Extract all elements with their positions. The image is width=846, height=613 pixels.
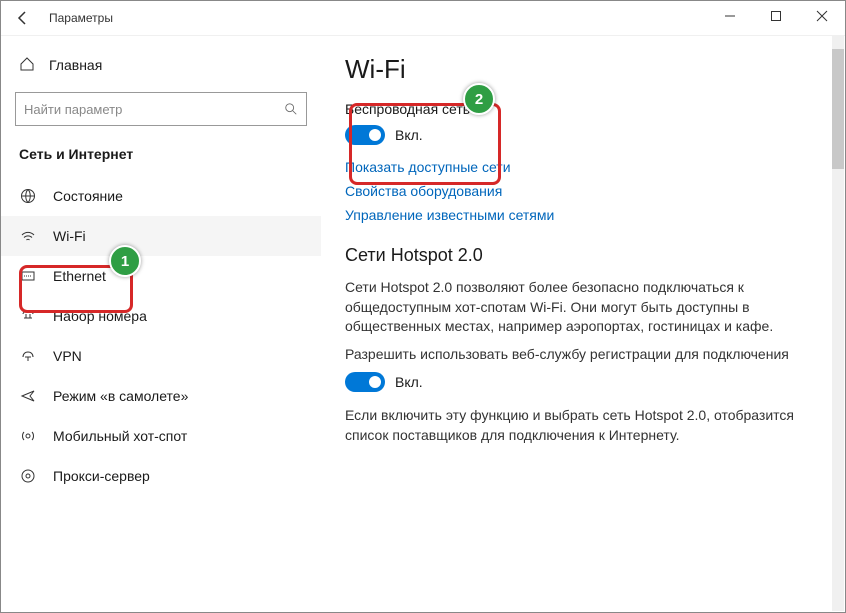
sidebar-item-dialup[interactable]: Набор номера [1,296,321,336]
close-button[interactable] [799,1,845,31]
hotspot-icon [19,428,37,444]
proxy-icon [19,468,37,484]
sidebar-item-ethernet[interactable]: Ethernet [1,256,321,296]
home-icon [19,56,35,75]
dialup-icon [19,308,37,324]
globe-icon [19,188,37,204]
wireless-label: Беспроводная сеть [345,101,821,117]
link-manage-networks[interactable]: Управление известными сетями [345,207,821,223]
toggle-switch-icon [345,125,385,145]
sidebar-item-hotspot[interactable]: Мобильный хот-спот [1,416,321,456]
ethernet-icon [19,268,37,284]
sidebar-item-proxy[interactable]: Прокси-сервер [1,456,321,496]
search-placeholder: Найти параметр [24,102,284,117]
hotspot-note: Если включить эту функцию и выбрать сеть… [345,406,821,445]
maximize-button[interactable] [753,1,799,31]
link-show-networks[interactable]: Показать доступные сети [345,159,821,175]
hotspot-toggle[interactable]: Вкл. [345,372,821,392]
back-button[interactable] [9,4,37,32]
page-title: Wi-Fi [345,54,821,85]
toggle-state: Вкл. [395,127,423,143]
sidebar-item-label: Набор номера [53,308,147,324]
scrollbar-thumb[interactable] [832,49,844,169]
sidebar-item-label: Ethernet [53,268,106,284]
airplane-icon [19,388,37,404]
search-icon [284,102,298,116]
search-input[interactable]: Найти параметр [15,92,307,126]
hotspot-description: Сети Hotspot 2.0 позволяют более безопас… [345,278,821,337]
home-link[interactable]: Главная [1,46,321,84]
sidebar-item-vpn[interactable]: VPN [1,336,321,376]
sidebar-item-label: Мобильный хот-спот [53,428,187,444]
toggle-switch-icon [345,372,385,392]
hotspot-heading: Сети Hotspot 2.0 [345,245,821,266]
sidebar-item-label: Wi-Fi [53,228,86,244]
window-title: Параметры [49,11,113,25]
wifi-icon [19,228,37,244]
home-label: Главная [49,57,102,73]
sidebar-item-label: Режим «в самолете» [53,388,188,404]
scrollbar[interactable] [832,35,844,611]
sidebar-item-label: Состояние [53,188,123,204]
main-panel: Wi-Fi Беспроводная сеть Вкл. Показать до… [321,36,845,612]
sidebar-item-status[interactable]: Состояние [1,176,321,216]
sidebar-item-wifi[interactable]: Wi-Fi [1,216,321,256]
sidebar-item-airplane[interactable]: Режим «в самолете» [1,376,321,416]
wireless-toggle[interactable]: Вкл. [345,125,821,145]
sidebar-item-label: VPN [53,348,82,364]
toggle-state: Вкл. [395,374,423,390]
vpn-icon [19,348,37,364]
hotspot-allow-label: Разрешить использовать веб-службу регист… [345,345,821,365]
sidebar: Главная Найти параметр Сеть и Интернет С… [1,36,321,612]
section-heading: Сеть и Интернет [1,140,321,176]
sidebar-item-label: Прокси-сервер [53,468,150,484]
link-hardware-properties[interactable]: Свойства оборудования [345,183,821,199]
minimize-button[interactable] [707,1,753,31]
